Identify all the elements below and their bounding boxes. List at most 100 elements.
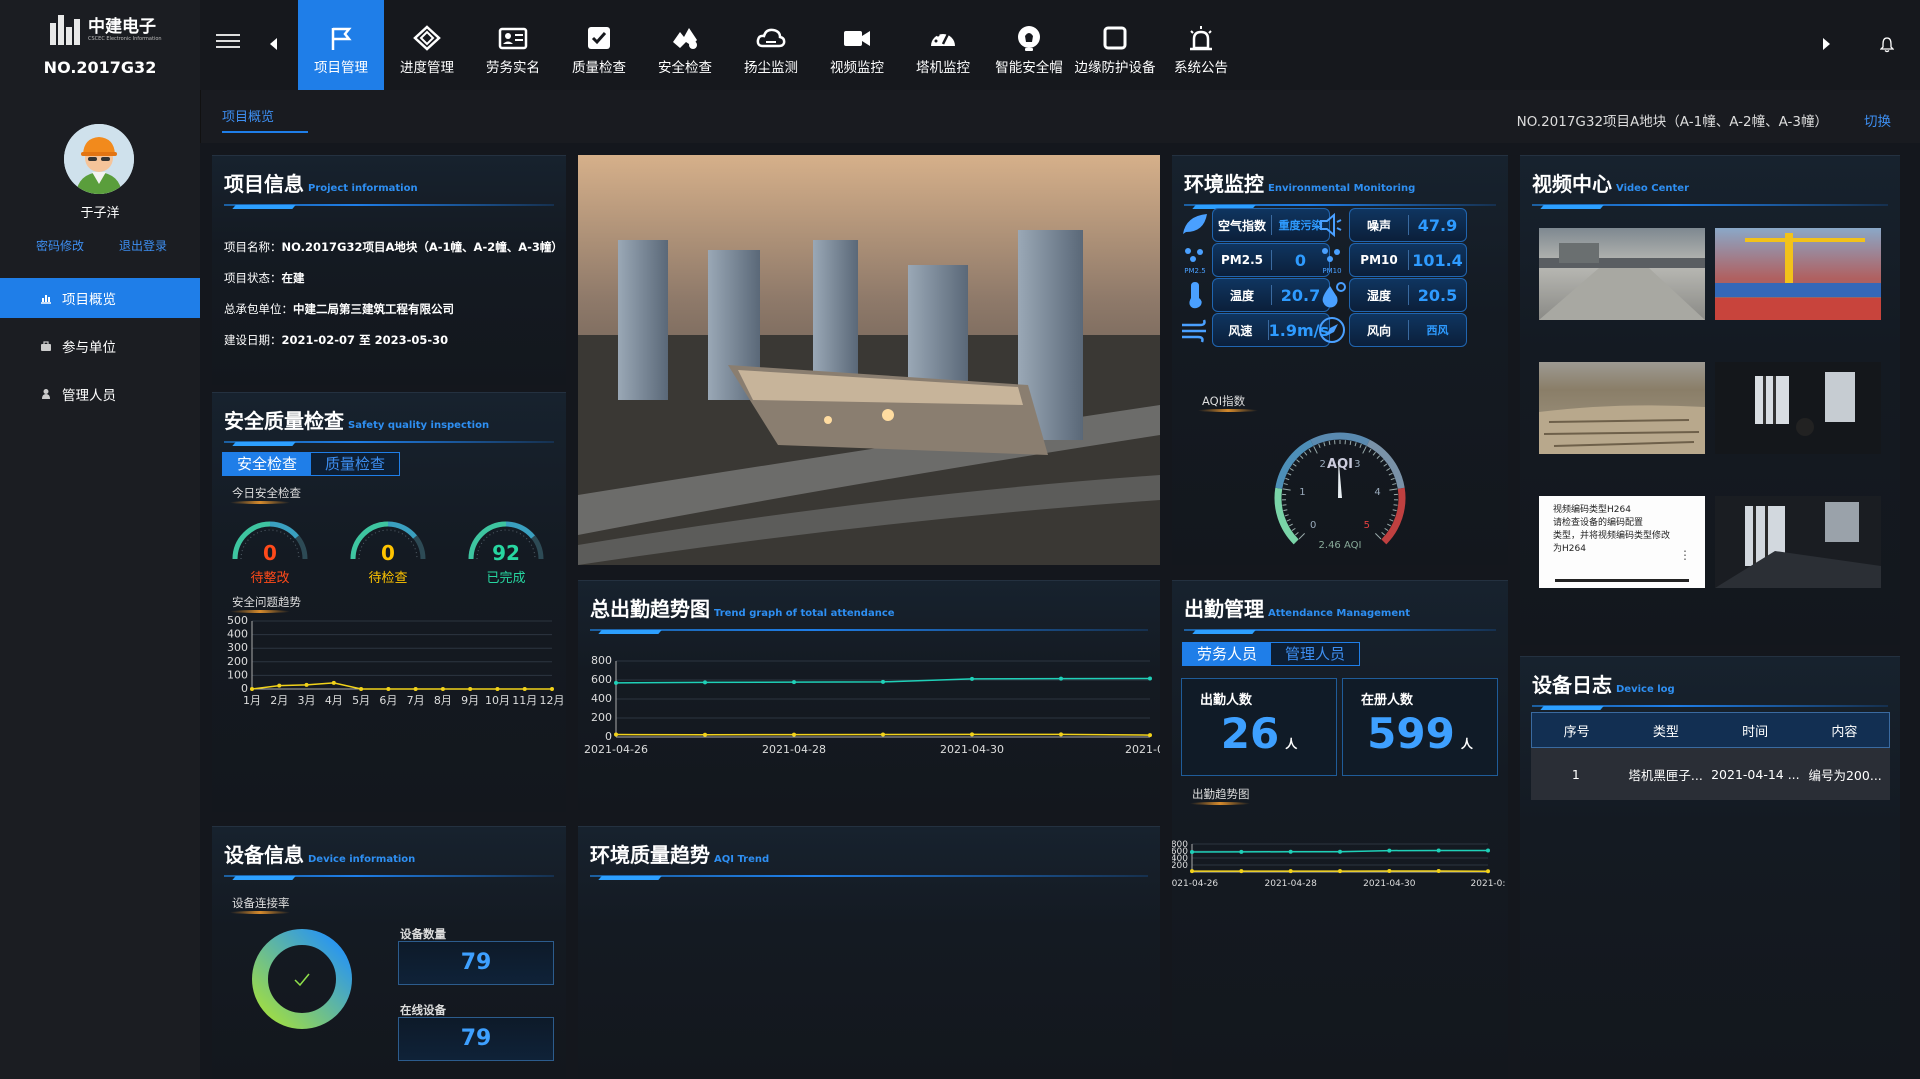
x-tick-label: 12月 [540,694,565,707]
data-point [440,687,445,691]
nav-scroll-left-icon[interactable] [270,38,277,50]
env-metric-value: 20.5 [1417,285,1458,305]
gauge-value: 0 [381,541,395,565]
tab-project-overview[interactable]: 项目概览 [222,106,274,125]
nav-item-5[interactable]: 安全检查 [642,0,728,90]
more-options-icon[interactable]: ⋮ [1679,548,1691,562]
data-point [614,680,618,685]
tab-quality-inspection[interactable]: 质量检查 [311,453,400,475]
logo: 中建电子 CSCEC Electronic Information [50,15,162,45]
column-header[interactable]: 内容 [1800,721,1889,740]
attendance-panel: 出勤管理 Attendance Management 劳务人员 管理人员 出勤人数… [1172,580,1508,1079]
env-metric-name: PM10 [1360,253,1398,267]
aqi-gauge: 0 1 2 3 4 5 AQI 2.46 AQI [1274,432,1406,551]
project-number: NO.2017G32 [43,58,157,77]
bell-icon[interactable] [1880,37,1894,53]
nav-item-label: 项目管理 [314,60,368,76]
x-tick-label: 2021-04-26 [1172,879,1218,889]
video-feed-5-error[interactable]: 视频编码类型H264 请检查设备的编码配置 类型，并将视频编码类型修改 为H26… [1539,496,1705,588]
nav-item-9[interactable]: 智能安全帽 [986,0,1072,90]
column-header[interactable]: 序号 [1532,721,1621,740]
avatar[interactable] [64,124,134,194]
video-feed-2[interactable] [1715,228,1881,320]
table-header: 序号 类型 时间 内容 [1531,712,1890,748]
env-metric-value: 101.4 [1412,250,1463,270]
nav-item-11[interactable]: 系统公告 [1158,0,1244,90]
sidebar-item-2[interactable]: 参与单位 [0,326,200,366]
x-tick-label: 2021-04-30 [1363,879,1416,889]
switch-project-link[interactable]: 切换 [1864,110,1891,130]
nav-item-4[interactable]: 质量检查 [556,0,642,90]
error-line-4: 为H264 [1553,544,1586,554]
video-feed-1[interactable] [1539,228,1705,320]
data-point [331,680,336,685]
env-icon-text: PM10 [1322,267,1341,275]
nav-scroll-right-icon[interactable] [1823,38,1830,50]
project-info-row: 总承包单位：中建二局第三建筑工程有限公司 [224,301,454,317]
column-header[interactable]: 类型 [1621,721,1710,740]
y-tick-label: 400 [227,628,248,641]
nav-item-7[interactable]: 视频监控 [814,0,900,90]
leaf-icon [1183,214,1207,234]
table-row[interactable]: 1 塔机黑匣子... 2021-04-14 ... 编号为200... [1531,748,1890,800]
nav-item-8[interactable]: 塔机监控 [900,0,986,90]
data-point [1338,869,1342,874]
info-value: 在建 [281,271,305,285]
nav-item-label: 系统公告 [1174,60,1228,76]
env-metric-value: 47.9 [1417,215,1458,235]
logout-link[interactable]: 退出登录 [119,237,167,254]
bar-chart-icon [41,295,51,304]
data-point [304,682,309,687]
nav-item-3[interactable]: 劳务实名 [470,0,556,90]
data-point [386,687,391,691]
device-count-value: 79 [398,941,554,985]
video-feed-4[interactable] [1715,362,1881,454]
safety-quality-panel: 安全质量检查 Safety quality inspection 安全检查 质量检… [212,392,566,812]
x-tick-label: 2021-04-28 [762,743,826,756]
sidebar-item-3[interactable]: 管理人员 [0,374,200,414]
inspection-tabs: 安全检查 质量检查 [222,452,401,476]
nav-item-10[interactable]: 边缘防护设备 [1072,0,1158,90]
user-name: 于子洋 [80,206,120,221]
title-divider [224,440,554,446]
data-point [1239,849,1244,854]
env-metric: 噪声 47.9 [1349,208,1467,242]
device-log-table: 序号 类型 时间 内容 1 塔机黑匣子... 2021-04-14 ... 编号为200... [1531,712,1890,800]
aqi-tick-label: 1 [1299,487,1305,498]
info-value: 2021-02-07 至 2023-05-30 [281,333,449,347]
env-metric: 温度 20.7 [1212,278,1330,312]
active-tab-indicator [222,131,308,133]
series-line-1 [251,682,552,690]
error-line-2: 请检查设备的编码配置 [1553,518,1644,528]
nav-item-6[interactable]: 扬尘监测 [728,0,814,90]
video-progress[interactable] [1555,579,1689,582]
tab-safety-inspection[interactable]: 安全检查 [223,453,312,475]
env-metric-name: 温度 [1229,288,1254,303]
cloud-icon [756,28,786,48]
change-password-link[interactable]: 密码修改 [36,237,84,254]
data-point [1288,849,1293,854]
connection-rate-donut [252,929,352,1029]
data-point [970,676,974,681]
nav-item-2[interactable]: 进度管理 [384,0,470,90]
panel-title: 安全质量检查 Safety quality inspection [224,409,490,433]
env-metric: 空气指数 重度污染 [1212,208,1330,242]
video-feed-6[interactable] [1715,496,1881,588]
compass-icon [1319,317,1345,343]
data-point [1436,869,1441,874]
tab-labor-staff[interactable]: 劳务人员 [1183,643,1272,665]
data-point [792,680,796,685]
sidebar-item-1[interactable]: 项目概览 [0,278,200,318]
column-header[interactable]: 时间 [1711,721,1800,740]
menu-toggle-icon[interactable] [216,30,240,52]
diamond-arrows-icon [413,25,441,51]
env-metric: PM2.5 0 [1212,243,1330,277]
tab-management-staff[interactable]: 管理人员 [1271,643,1360,665]
nav-item-1[interactable]: 项目管理 [298,0,384,90]
x-tick-label: 2月 [270,694,288,707]
x-tick-label: 2021-05- [1125,743,1160,756]
checkbox-icon [588,27,610,49]
online-device-label: 在线设备 [400,1003,446,1017]
sidebar-item-label: 参与单位 [62,340,116,356]
video-feed-3[interactable] [1539,362,1705,454]
